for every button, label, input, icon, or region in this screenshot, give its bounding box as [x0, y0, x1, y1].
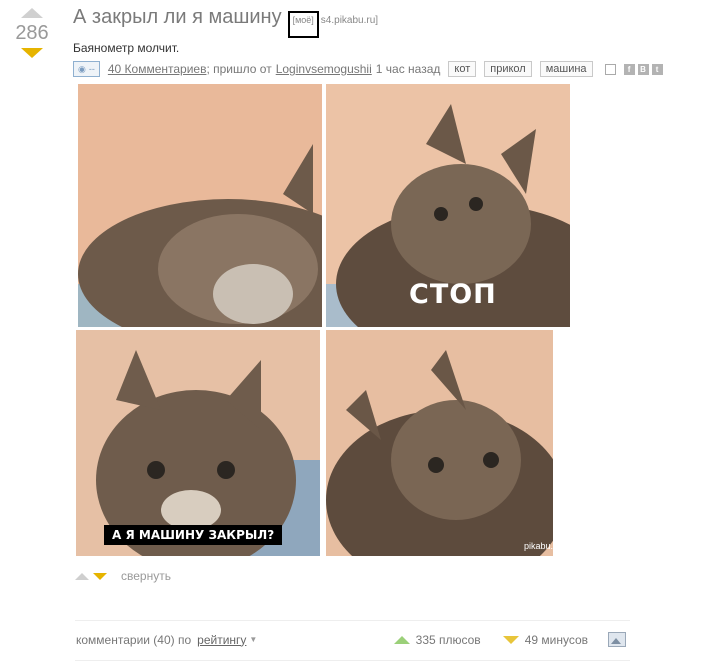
camera-label: --	[88, 64, 95, 74]
story-title[interactable]: А закрыл ли я машину	[73, 6, 282, 29]
story-meta: ◉ -- 40 Комментариев ; пришло от Loginvs…	[73, 61, 703, 77]
source-domain: s4.pikabu.ru]	[320, 15, 379, 26]
story-subtitle: Баянометр молчит.	[73, 41, 180, 55]
collapse-link[interactable]: свернуть	[121, 569, 171, 583]
minus-icon	[502, 635, 519, 644]
vk-icon[interactable]: B	[637, 63, 649, 75]
rating-value: 286	[15, 22, 49, 44]
cat-photo-4	[326, 330, 553, 556]
tag-car[interactable]: машина	[539, 61, 593, 77]
camera-badge[interactable]: ◉ --	[73, 61, 100, 77]
mine-tag[interactable]: [моё]	[287, 11, 319, 38]
story-footer: свернуть	[75, 569, 171, 583]
upvote-icon[interactable]	[21, 8, 43, 18]
story-image[interactable]: СТОП А Я МАШИНУ ЗАКРЫЛ? pikabu.ru	[76, 82, 572, 558]
save-icon[interactable]	[604, 63, 616, 75]
tag-joke[interactable]: прикол	[484, 61, 532, 77]
story-header: А закрыл ли я машину [моё] s4.pikabu.ru]…	[73, 6, 703, 77]
cat-photo-3	[76, 330, 320, 556]
comments-count-label: комментарии (40) по	[76, 632, 192, 647]
divider	[75, 620, 630, 621]
came-from-text: ; пришло от	[206, 62, 272, 76]
caption-car: А Я МАШИНУ ЗАКРЫЛ?	[104, 525, 283, 545]
twitter-icon[interactable]: t	[651, 63, 663, 75]
small-upvote-icon[interactable]	[75, 572, 89, 580]
comments-link[interactable]: 40 Комментариев	[108, 62, 207, 76]
sort-dropdown[interactable]: рейтингу	[197, 633, 246, 647]
caption-stop: СТОП	[409, 279, 497, 310]
minuses-count[interactable]: 49 минусов	[525, 633, 588, 647]
rating-widget: 286	[10, 8, 54, 58]
camera-icon: ◉	[78, 63, 86, 74]
downvote-icon[interactable]	[21, 48, 43, 58]
small-downvote-icon[interactable]	[93, 572, 107, 580]
image-icon[interactable]	[608, 632, 626, 647]
divider-bottom	[75, 660, 630, 661]
cat-photo-1	[78, 84, 322, 327]
plus-icon	[393, 635, 410, 644]
comments-bar: комментарии (40) по рейтингу ▼ 335 плюсо…	[76, 632, 626, 647]
tag-cat[interactable]: кот	[448, 61, 477, 77]
author-link[interactable]: Loginvsemogushii	[276, 62, 372, 76]
chevron-down-icon[interactable]: ▼	[249, 635, 257, 644]
pluses-count[interactable]: 335 плюсов	[416, 633, 481, 647]
watermark: pikabu.ru	[524, 541, 562, 551]
post-time: 1 час назад	[375, 62, 441, 76]
facebook-icon[interactable]: f	[623, 63, 635, 75]
